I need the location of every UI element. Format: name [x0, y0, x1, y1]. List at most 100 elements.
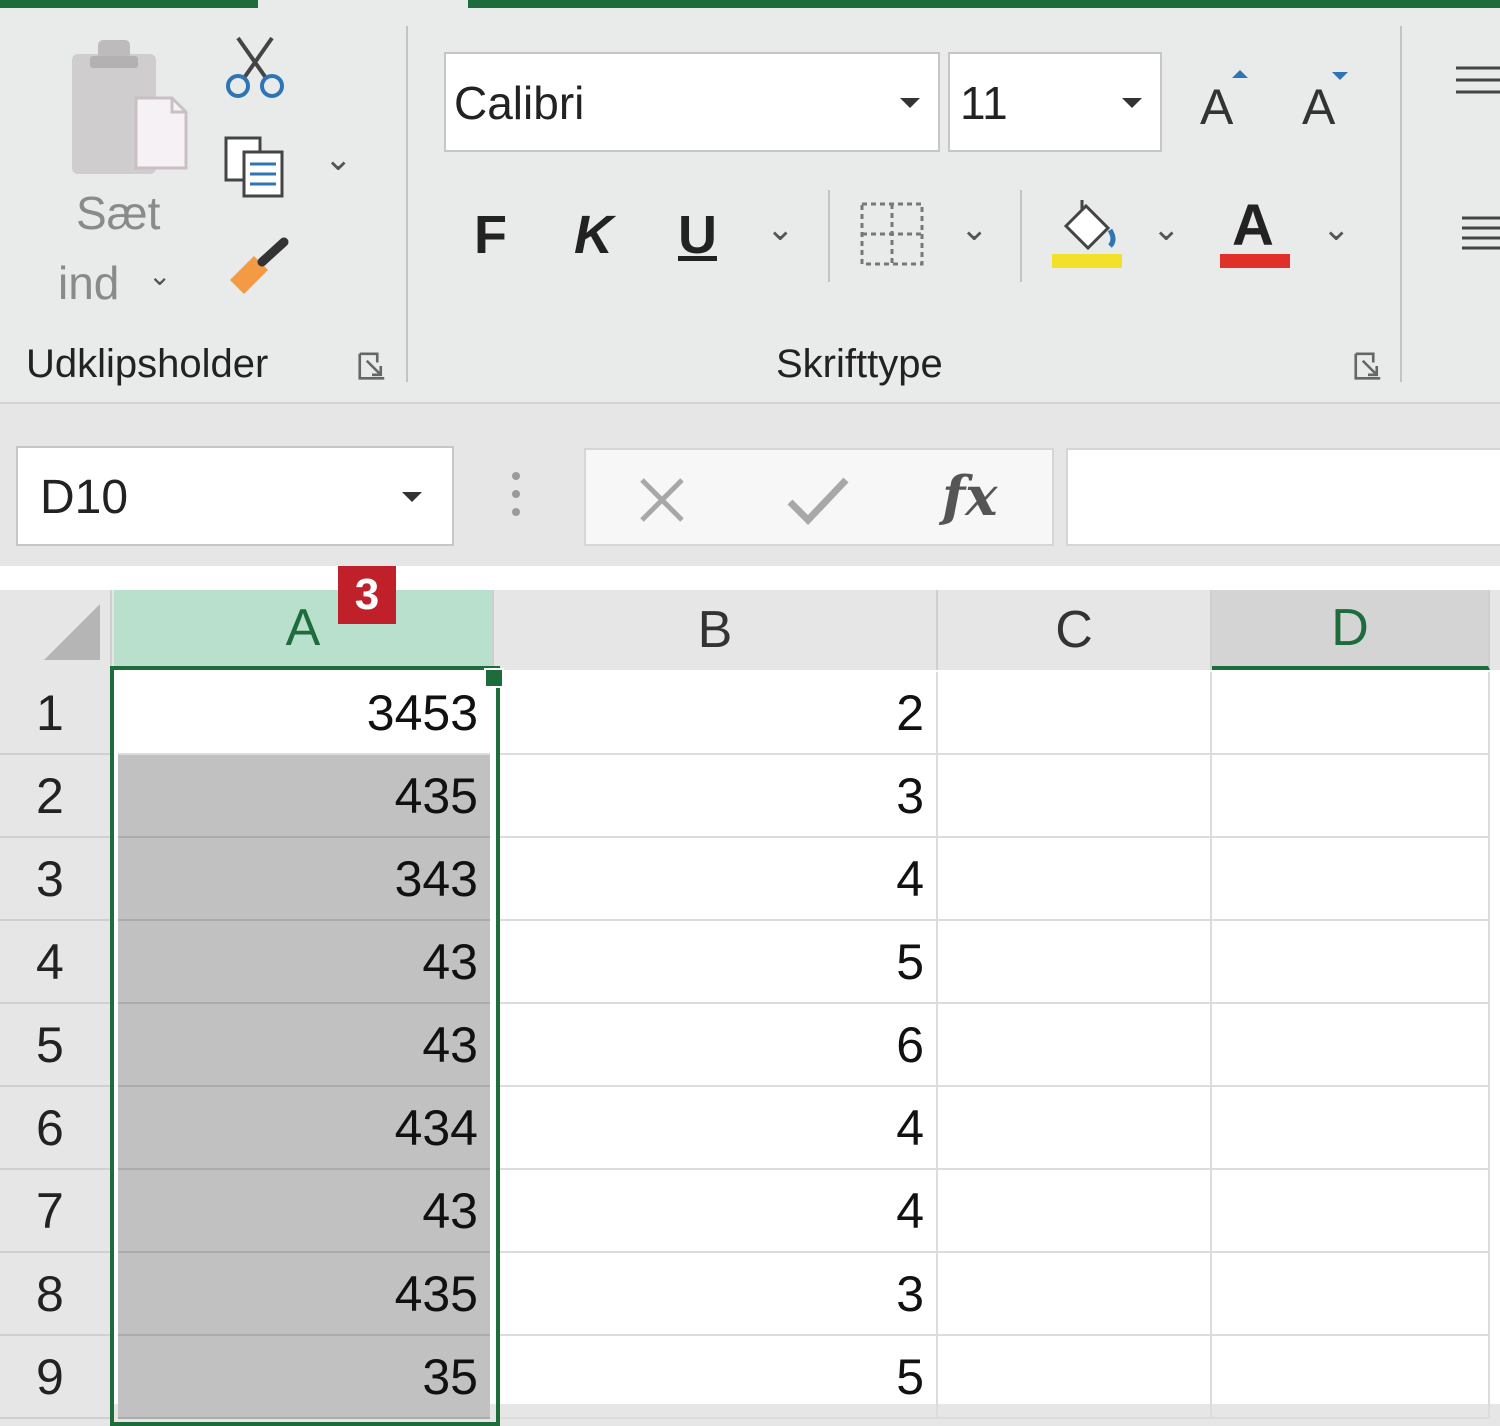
- clipboard-icon: [72, 40, 188, 174]
- formula-input[interactable]: [1066, 448, 1500, 546]
- step-badge-number: 3: [354, 570, 380, 619]
- row-header-3[interactable]: 3: [0, 838, 112, 921]
- align-top-icon[interactable]: [1454, 64, 1500, 100]
- cell-c5[interactable]: [938, 1004, 1212, 1087]
- shrink-font-letter: A: [1302, 79, 1336, 135]
- font-dialog-launcher-icon[interactable]: [1354, 352, 1382, 380]
- column-header-c-label: C: [1055, 601, 1093, 659]
- cell-d6[interactable]: [1212, 1087, 1490, 1170]
- underline-chevron-down-icon[interactable]: ⌄: [766, 212, 795, 246]
- paste-label-line1: Sæt: [76, 187, 161, 239]
- fill-color-icon[interactable]: [1052, 196, 1124, 270]
- font-size-caret-icon: [1122, 98, 1142, 108]
- select-all-triangle-icon: [44, 604, 100, 660]
- shrink-font-button[interactable]: A: [1298, 68, 1358, 138]
- formula-bar-grip-icon[interactable]: [512, 472, 522, 520]
- row-number: 5: [36, 1016, 64, 1073]
- font-color-chevron-down-icon[interactable]: ⌄: [1322, 212, 1351, 246]
- cell-c8[interactable]: [938, 1253, 1212, 1336]
- font-subseparator: [828, 190, 830, 282]
- name-box[interactable]: D10: [16, 446, 454, 546]
- enter-checkmark-icon[interactable]: [786, 476, 850, 526]
- font-name-value: Calibri: [454, 77, 585, 129]
- column-header-a[interactable]: A: [114, 590, 494, 670]
- bold-button[interactable]: F: [474, 208, 507, 262]
- row-header-5[interactable]: 5: [0, 1004, 112, 1087]
- paste-chevron-down-icon[interactable]: ⌄: [148, 262, 171, 290]
- insert-function-fx-icon[interactable]: fx: [942, 464, 997, 528]
- column-header-c[interactable]: C: [938, 590, 1212, 670]
- cell-b7[interactable]: 4: [498, 1170, 938, 1253]
- cell-b9[interactable]: 5: [498, 1336, 938, 1419]
- font-color-swatch: [1220, 254, 1290, 268]
- step-badge: 3: [338, 566, 396, 624]
- grow-font-button[interactable]: A: [1196, 68, 1256, 138]
- row-header-7[interactable]: 7: [0, 1170, 112, 1253]
- cell-c6[interactable]: [938, 1087, 1212, 1170]
- grow-font-letter: A: [1200, 79, 1234, 135]
- column-header-next[interactable]: [1490, 590, 1500, 670]
- cell-c4[interactable]: [938, 921, 1212, 1004]
- cell-d2[interactable]: [1212, 755, 1490, 838]
- cancel-entry-x-icon[interactable]: [636, 474, 688, 526]
- cell-d5[interactable]: [1212, 1004, 1490, 1087]
- cell-d4[interactable]: [1212, 921, 1490, 1004]
- copy-chevron-down-icon[interactable]: ⌄: [324, 142, 353, 176]
- column-header-d-label: D: [1331, 599, 1369, 657]
- fill-color-chevron-down-icon[interactable]: ⌄: [1152, 212, 1181, 246]
- cell-d7[interactable]: [1212, 1170, 1490, 1253]
- font-group-label: Skrifttype: [776, 342, 943, 386]
- column-header-d[interactable]: D: [1212, 590, 1490, 670]
- cell-b4[interactable]: 5: [498, 921, 938, 1004]
- cell-c3[interactable]: [938, 838, 1212, 921]
- format-painter-icon[interactable]: [224, 236, 292, 298]
- align-left-icon[interactable]: [1460, 214, 1500, 254]
- row-header-9[interactable]: 9: [0, 1336, 112, 1419]
- row-header-8[interactable]: 8: [0, 1253, 112, 1336]
- cell-c9[interactable]: [938, 1336, 1212, 1419]
- cell-d9[interactable]: [1212, 1336, 1490, 1419]
- cell-b5[interactable]: 6: [498, 1004, 938, 1087]
- select-all-corner[interactable]: [0, 590, 112, 670]
- column-header-b[interactable]: B: [494, 590, 938, 670]
- row-number: 4: [36, 933, 64, 990]
- copy-icon[interactable]: [222, 134, 288, 200]
- cell-c2[interactable]: [938, 755, 1212, 838]
- font-color-button[interactable]: A: [1220, 193, 1292, 270]
- grow-font-arrow-icon: [1232, 70, 1248, 78]
- cell-d3[interactable]: [1212, 838, 1490, 921]
- underline-button[interactable]: U: [678, 208, 717, 262]
- cell-b6[interactable]: 4: [498, 1087, 938, 1170]
- fill-color-swatch: [1052, 254, 1122, 268]
- name-box-value: D10: [40, 471, 129, 524]
- cell-d1[interactable]: [1212, 672, 1490, 755]
- name-box-caret-icon: [402, 492, 422, 502]
- borders-icon[interactable]: [860, 202, 924, 266]
- italic-button[interactable]: K: [574, 208, 613, 262]
- row-number: 1: [36, 684, 64, 741]
- cell-b1[interactable]: 2: [498, 672, 938, 755]
- cell-d8[interactable]: [1212, 1253, 1490, 1336]
- cut-scissors-icon[interactable]: [222, 34, 288, 100]
- cell-b8[interactable]: 3: [498, 1253, 938, 1336]
- font-name-dropdown[interactable]: Calibri: [444, 52, 940, 152]
- clipboard-dialog-launcher-icon[interactable]: [358, 352, 386, 380]
- active-tab-gap: [258, 0, 468, 8]
- row-header-2[interactable]: 2: [0, 755, 112, 838]
- fill-handle[interactable]: [484, 668, 504, 688]
- row-number: 8: [36, 1265, 64, 1322]
- paste-button[interactable]: Sæt ind ⌄: [50, 34, 200, 314]
- borders-chevron-down-icon[interactable]: ⌄: [960, 212, 989, 246]
- row-header-4[interactable]: 4: [0, 921, 112, 1004]
- cell-b3[interactable]: 4: [498, 838, 938, 921]
- row-header-6[interactable]: 6: [0, 1087, 112, 1170]
- selection-border: [110, 666, 500, 1426]
- font-size-dropdown[interactable]: 11: [948, 52, 1162, 152]
- row-header-1[interactable]: 1: [0, 672, 112, 755]
- row-number: 3: [36, 850, 64, 907]
- cell-b2[interactable]: 3: [498, 755, 938, 838]
- cell-c7[interactable]: [938, 1170, 1212, 1253]
- ribbon-top-border: [0, 0, 1500, 8]
- shrink-font-arrow-icon: [1332, 72, 1348, 80]
- cell-c1[interactable]: [938, 672, 1212, 755]
